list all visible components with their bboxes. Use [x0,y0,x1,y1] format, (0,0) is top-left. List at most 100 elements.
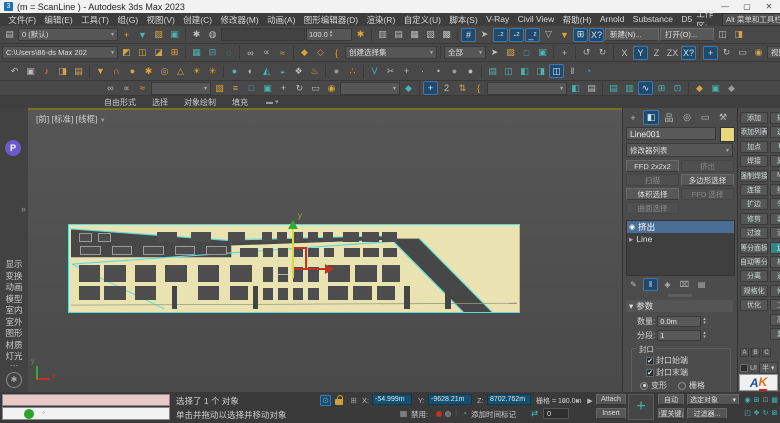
mirror-icon[interactable]: ◧ [568,81,583,95]
save-icon[interactable]: ◫ [715,28,730,42]
key-filters-button[interactable]: 过滤器... [687,408,727,419]
reference-coordinate-dropdown[interactable]: 视图▾ [767,46,780,59]
plugin-button[interactable]: 自动等分 [740,256,768,268]
pause-icon[interactable]: ‖ [565,64,580,78]
sidebar-gear-icon[interactable]: ✱ [6,372,22,388]
plugin-button[interactable]: 运行 [770,242,780,254]
scene-explorer-icon[interactable]: ▤ [606,81,621,95]
percent-spinner[interactable]: 100.0▴▾ [306,28,352,41]
snap-x-icon[interactable]: X? [589,28,604,42]
plugin-button[interactable]: 过渡 [740,227,768,239]
dot-4-icon[interactable]: ● [463,64,478,78]
new-scene-button[interactable]: 新建(N)... [605,28,659,41]
audio-icon[interactable]: ♪ [39,64,54,78]
sidebar-tab-1[interactable]: 变换 [0,270,28,281]
ak-plugin-logo[interactable]: A K [739,374,778,391]
plugin-button[interactable]: 修改 [770,285,780,297]
ribbon-tab[interactable]: 填充 [232,97,248,108]
plugin-tab-A[interactable]: A [740,348,749,357]
rotate2-icon[interactable]: ↻ [292,81,307,95]
stack-item[interactable]: ◉挤出 [627,221,734,233]
dope-sheet-icon[interactable]: ◧ [517,64,532,78]
plugin-plus-button[interactable]: + [628,394,654,420]
modifier-list-dropdown[interactable]: 修改器列表 ▾ [626,143,733,157]
plugin-button[interactable]: 其它 [770,328,780,340]
menu-item[interactable]: 视图(V) [142,14,179,26]
plugin-button[interactable]: 规格化 [740,285,768,297]
named-selection-field[interactable] [221,28,305,41]
menu-item[interactable]: 文件(F) [4,14,40,26]
window-crossing-icon[interactable]: ▣ [535,46,550,60]
object-color-swatch[interactable] [720,127,735,142]
cap-start-checkbox[interactable]: ✔ [646,357,654,365]
save-plus-icon[interactable]: ⊞ [167,46,182,60]
snap-25-icon[interactable]: _² [525,28,540,42]
previous-frame-icon[interactable]: ◂ [571,394,583,408]
plugin-button[interactable]: 规图 [770,112,780,124]
plugin-button[interactable]: 等分面板 [740,242,768,254]
star-light-icon[interactable]: ✳ [205,64,220,78]
plugin-tab-C[interactable]: C [762,348,771,357]
zoom-extents-icon[interactable]: ⊡ [761,394,770,405]
menu-item[interactable]: Arnold [596,14,629,26]
configure-modifier-sets-icon[interactable]: ▤ [694,278,709,291]
plugin-button[interactable]: 加点 [740,141,768,153]
zoom-all-icon[interactable]: ⊞ [752,394,761,405]
zoom-region-icon[interactable]: ◰ [743,407,752,418]
layer-explorer-icon[interactable]: ▤ [2,28,17,42]
select-rotate-icon[interactable]: ↻ [719,46,734,60]
x-coord-field[interactable]: -54.999m [372,394,412,405]
brace-icon[interactable]: { [329,46,344,60]
ribbon-tab[interactable]: 对象绘制 [184,97,216,108]
bind-spacewarp-icon[interactable]: ≈ [275,46,290,60]
plugin-button[interactable]: 添加列表 [740,126,768,138]
mini-dropdown-b[interactable]: ▾ [340,82,400,95]
morph-radio[interactable] [640,382,648,390]
camera-icon[interactable]: ▣ [23,64,38,78]
snap-2-icon[interactable]: -² [509,28,524,42]
move2-icon[interactable]: + [276,81,291,95]
snap-toggle-icon[interactable]: # [461,28,476,42]
grid-radio[interactable] [678,382,686,390]
select-place-icon[interactable]: ◉ [751,46,766,60]
insert-button[interactable]: Insert [596,408,626,419]
menu-item[interactable]: D5 [677,14,696,26]
axis-zx-button[interactable]: ZX [665,46,680,60]
sidebar-tab-6[interactable]: 图形 [0,327,28,338]
plugin-button[interactable]: 添加 [740,112,768,124]
place2-icon[interactable]: ◉ [324,81,339,95]
unlink-icon[interactable]: ∝ [259,46,274,60]
modifier-set-button[interactable]: 多边形选择 [681,174,734,186]
axis-y-button[interactable]: Y [633,46,648,60]
film-icon[interactable]: ▤ [71,64,86,78]
plugin-button[interactable]: 工具 [770,299,780,311]
sidebar-expand-icon[interactable]: » [21,204,26,214]
sidebar-tab-2[interactable]: 动画 [0,281,28,292]
save-state-icon[interactable]: ◫ [549,64,564,78]
curve-window-icon[interactable]: ◫ [501,64,516,78]
layer-list-icon[interactable]: ▤ [485,64,500,78]
plugin-button[interactable]: 维修 [770,184,780,196]
viewport-menu-arrow[interactable]: ▼ [100,118,106,124]
menu-item[interactable]: 自定义(U) [399,14,445,26]
snap-05-icon[interactable]: ·² [493,28,508,42]
clip-icon[interactable]: ◨ [55,64,70,78]
menu-item[interactable]: 渲染(R) [362,14,399,26]
key-mode-icon[interactable]: ⇄ [531,408,538,419]
plugin-button[interactable]: 高级 [770,314,780,326]
show-end-result-icon[interactable]: ‖ [643,278,658,291]
grid-window-icon[interactable]: ◨ [533,64,548,78]
pin-stack-icon[interactable]: ✎ [626,278,641,291]
snap-25-toggle-icon[interactable]: 2 [439,81,454,95]
modifier-set-button[interactable]: FFD 2x2x2 [626,160,679,172]
play-icon[interactable]: ▶ [584,394,596,408]
sidebar-more[interactable]: ··· [0,360,28,371]
plugin-button[interactable]: 匀布 [770,198,780,210]
plugin-ui-checkbox[interactable] [740,364,748,372]
spot-light-icon[interactable]: ▼ [93,64,108,78]
undo-icon[interactable]: ↺ [579,46,594,60]
amount-field[interactable]: 0.0m [657,316,701,327]
hierarchy-tab[interactable]: 品 [661,110,677,125]
select-move-icon[interactable]: + [703,46,718,60]
plugin-button[interactable]: 扩边 [740,198,768,210]
